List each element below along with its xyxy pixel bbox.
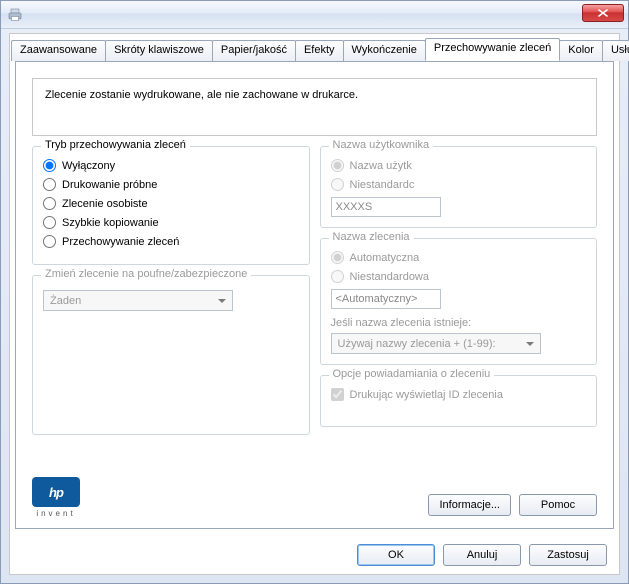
- checkbox-label: Drukując wyświetlaj ID zlecenia: [350, 389, 503, 401]
- tab-shortcuts[interactable]: Skróty klawiszowe: [105, 40, 213, 61]
- tab-services[interactable]: Usługi: [602, 40, 629, 61]
- group-secure: Zmień zlecenie na poufne/zabezpieczone Ż…: [32, 275, 310, 435]
- radio-username-auto: [331, 159, 344, 172]
- apply-button[interactable]: Zastosuj: [529, 544, 607, 566]
- tab-effects[interactable]: Efekty: [295, 40, 344, 61]
- radio-proof[interactable]: [43, 178, 56, 191]
- group-username: Nazwa użytkownika Nazwa użytk Niestandar…: [320, 146, 598, 228]
- radio-quick-copy[interactable]: [43, 216, 56, 229]
- select-value: Żaden: [50, 295, 81, 307]
- group-title: Nazwa użytkownika: [329, 139, 434, 151]
- tab-finishing[interactable]: Wykończenie: [343, 40, 426, 61]
- radio-label: Wyłączony: [62, 160, 115, 172]
- group-title: Opcje powiadamiania o zleceniu: [329, 368, 495, 380]
- help-button[interactable]: Pomoc: [519, 494, 597, 516]
- exists-label: Jeśli nazwa zlecenia istnieje:: [331, 317, 587, 329]
- group-jobname: Nazwa zlecenia Automatyczna Niestandardo…: [320, 238, 598, 365]
- titlebar: [1, 1, 628, 29]
- tab-job-storage[interactable]: Przechowywanie zleceń: [425, 38, 560, 61]
- username-input: [331, 197, 441, 217]
- radio-label: Szybkie kopiowanie: [62, 217, 159, 229]
- hp-logo-badge: hp: [32, 477, 80, 507]
- radio-jobname-custom: [331, 270, 344, 283]
- radio-label: Automatyczna: [350, 252, 420, 264]
- radio-label: Przechowywanie zleceń: [62, 236, 179, 248]
- radio-label: Niestandardowa: [350, 271, 430, 283]
- radio-username-custom: [331, 178, 344, 191]
- hp-logo: hp invent: [32, 477, 80, 518]
- radio-label: Zlecenie osobiste: [62, 198, 148, 210]
- hp-logo-sub: invent: [36, 509, 75, 518]
- jobname-exists-select: Używaj nazwy zlecenia + (1-99):: [331, 333, 541, 354]
- radio-personal[interactable]: [43, 197, 56, 210]
- print-properties-window: Zaawansowane Skróty klawiszowe Papier/ja…: [0, 0, 629, 584]
- secure-select: Żaden: [43, 290, 233, 311]
- group-title: Nazwa zlecenia: [329, 231, 414, 243]
- info-button[interactable]: Informacje...: [428, 494, 511, 516]
- ok-button[interactable]: OK: [357, 544, 435, 566]
- jobname-input: [331, 289, 441, 309]
- radio-label: Niestandardc: [350, 179, 415, 191]
- radio-label: Drukowanie próbne: [62, 179, 157, 191]
- tab-advanced[interactable]: Zaawansowane: [11, 40, 106, 61]
- group-title: Zmień zlecenie na poufne/zabezpieczone: [41, 268, 251, 280]
- left-column: Tryb przechowywania zleceń Wyłączony Dru…: [32, 146, 310, 445]
- radio-store[interactable]: [43, 235, 56, 248]
- dialog-body: Zaawansowane Skróty klawiszowe Papier/ja…: [9, 33, 620, 575]
- right-column: Nazwa użytkownika Nazwa użytk Niestandar…: [320, 146, 598, 445]
- group-storage-mode: Tryb przechowywania zleceń Wyłączony Dru…: [32, 146, 310, 265]
- info-message: Zlecenie zostanie wydrukowane, ale nie z…: [32, 78, 597, 136]
- radio-label: Nazwa użytk: [350, 160, 412, 172]
- tab-paper-quality[interactable]: Papier/jakość: [212, 40, 296, 61]
- close-button[interactable]: [582, 4, 624, 22]
- tabstrip: Zaawansowane Skróty klawiszowe Papier/ja…: [11, 39, 619, 61]
- tab-panel-job-storage: Zlecenie zostanie wydrukowane, ale nie z…: [15, 61, 614, 529]
- group-title: Tryb przechowywania zleceń: [41, 139, 190, 151]
- cancel-button[interactable]: Anuluj: [443, 544, 521, 566]
- radio-jobname-auto: [331, 251, 344, 264]
- group-notify: Opcje powiadamiania o zleceniu Drukując …: [320, 375, 598, 427]
- checkbox-show-id: [331, 388, 344, 401]
- tab-color[interactable]: Kolor: [559, 40, 603, 61]
- printer-icon: [7, 7, 23, 23]
- select-value: Używaj nazwy zlecenia + (1-99):: [338, 338, 496, 350]
- radio-off[interactable]: [43, 159, 56, 172]
